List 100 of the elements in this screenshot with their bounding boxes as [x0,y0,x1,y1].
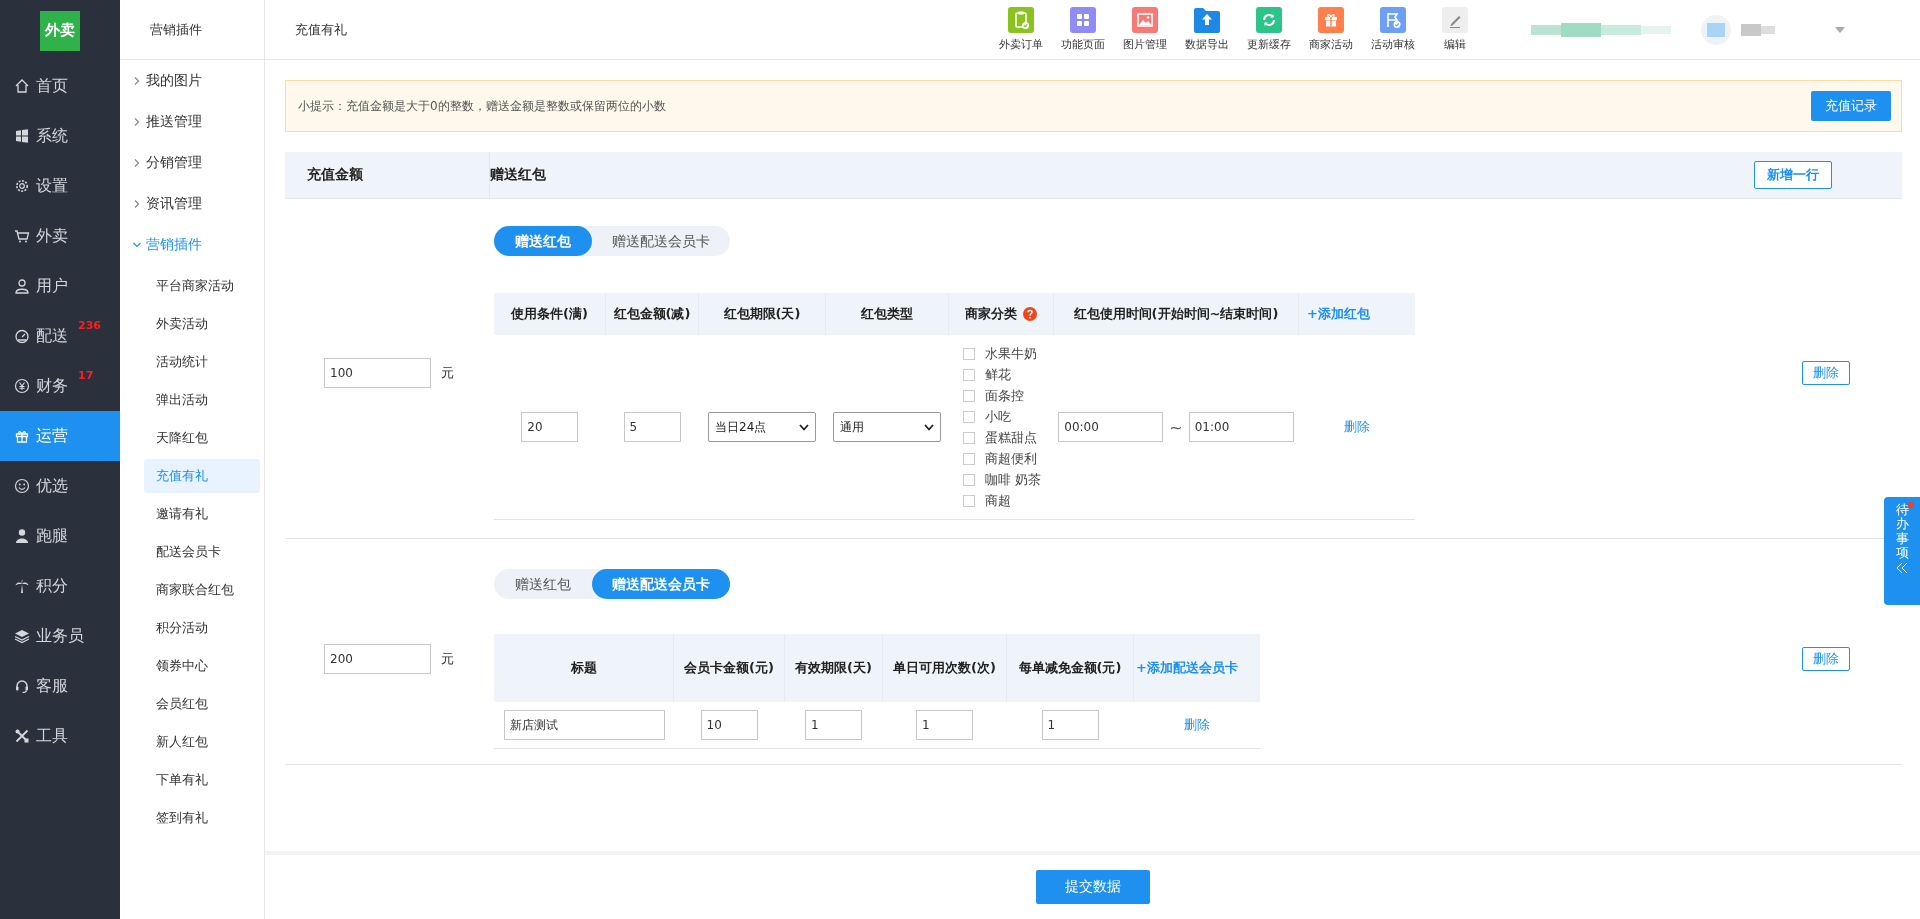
nav-item[interactable]: 首页 [0,61,120,111]
checkbox[interactable] [962,347,975,360]
select-field[interactable]: 当日24点 [708,412,816,442]
input-field[interactable]: 01:00 [1188,412,1294,442]
count-label: 236 [78,319,101,332]
delete-link[interactable]: 删除 [1183,717,1210,732]
checkbox-label: 商超便利 [984,449,1037,468]
nav-item[interactable]: 外卖 [0,211,120,261]
nav-item[interactable]: 跑腿 [0,511,120,561]
nav-item[interactable]: 用户 [0,261,120,311]
select-field[interactable]: 通用 [833,412,941,442]
column-header: 充值金额 [307,166,363,184]
toolbar-button[interactable]: 数据导出 [1181,7,1233,52]
nav-item[interactable]: 业务员 [0,611,120,661]
menu-item[interactable]: 活动统计 [144,345,260,379]
input-field[interactable]: 1 [1041,710,1099,740]
toolbar-button[interactable]: 功能页面 [1057,7,1109,52]
column-header: 单日可用次数(次) [882,634,1007,702]
input-field[interactable]: 1 [916,710,973,740]
checkbox-label: 小吃 [984,407,1011,426]
unit-label: 元 [441,364,454,382]
toolbar-button[interactable]: 图片管理 [1119,7,1171,52]
user-icon [14,278,30,294]
nav-item[interactable]: 系统 [0,111,120,161]
column-header: 红包使用时间(开始时间~结束时间) [1053,293,1299,335]
input-field[interactable]: 1 [805,710,862,740]
column-header: 商家分类 [965,305,1017,323]
menu-item[interactable]: 平台商家活动 [144,269,260,303]
menu-item[interactable]: 领券中心 [144,649,260,683]
menu-item[interactable]: 商家联合红包 [144,573,260,607]
menu-item[interactable]: 天降红包 [144,421,260,455]
toolbar-button[interactable]: 活动审核 [1367,7,1419,52]
input-field[interactable]: 100 [324,358,431,388]
toolbar-button[interactable]: 商家活动 [1305,7,1357,52]
menu-item[interactable]: 积分活动 [144,611,260,645]
count-label: 17 [78,369,94,382]
caret-icon [1835,25,1845,34]
menu-item[interactable]: 外卖活动 [144,307,260,341]
column-header: 标题 [494,634,674,702]
page-title: 充值有礼 [295,20,348,39]
input-field[interactable]: 新店测试 [504,710,665,740]
blurred-name-drawing [1741,23,1775,36]
menu-item[interactable]: 下单有礼 [144,763,260,797]
headset-icon [14,678,30,694]
menu-group[interactable]: 推送管理 [120,101,264,142]
tab[interactable]: 赠送配送会员卡 [592,226,730,256]
column-header: 会员卡金额(元) [673,634,785,702]
checkbox[interactable] [962,368,975,381]
menu-item[interactable]: 会员红包 [144,687,260,721]
nav-item[interactable]: 客服 [0,661,120,711]
input-field[interactable]: 5 [623,412,681,442]
checkbox-label: 商超 [984,491,1011,510]
checkbox[interactable] [962,473,975,486]
chevron-icon [924,423,934,431]
yen-icon [14,378,30,394]
menu-item[interactable]: 邀请有礼 [144,497,260,531]
menu-group[interactable]: 营销插件 [120,224,264,265]
smiley-icon [14,478,30,494]
nav-item[interactable]: 工具 [0,711,120,761]
tab[interactable]: 赠送红包 [494,569,592,599]
checkbox-label: 面条控 [984,386,1024,405]
menu-item[interactable]: 配送会员卡 [144,535,260,569]
nav-item[interactable]: 积分 [0,561,120,611]
column-header: 使用条件(满) [494,293,606,335]
checkbox[interactable] [962,389,975,402]
menu-item[interactable]: 弹出活动 [144,383,260,417]
menu-item[interactable]: 签到有礼 [144,801,260,835]
toolbar-button[interactable]: 更新缓存 [1243,7,1295,52]
delete-link[interactable]: 删除 [1343,419,1370,434]
checkbox[interactable] [962,410,975,423]
menu-item[interactable]: 新人红包 [144,725,260,759]
windows-icon [14,128,30,144]
layers-icon [14,628,30,644]
input-field[interactable]: 20 [521,412,579,442]
gift-icon [14,428,30,444]
toolbar-button[interactable]: 编辑 [1429,7,1481,52]
menu-group[interactable]: 资讯管理 [120,183,264,224]
checkbox[interactable] [962,431,975,444]
nav-item[interactable]: 财务 17 [0,361,120,411]
column-header: 赠送红包 [490,166,546,184]
input-field[interactable]: 10 [700,710,758,740]
chevron-icon [132,75,142,86]
nav-item[interactable]: 设置 [0,161,120,211]
input-field[interactable]: 200 [324,644,431,674]
chevron-icon [132,198,142,209]
menu-group[interactable]: 我的图片 [120,60,264,101]
chevron-icon [799,423,809,431]
unit-label: 元 [441,650,454,668]
checkbox-label: 水果牛奶 [984,344,1037,363]
nav-item[interactable]: 优选 [0,461,120,511]
input-field[interactable]: 00:00 [1058,412,1164,442]
checkbox[interactable] [962,452,975,465]
checkbox-label: 蛋糕甜点 [984,428,1037,447]
delete-button[interactable]: 删除 [1802,647,1850,671]
column-header: 有效期限(天) [784,634,883,702]
delete-button[interactable]: 删除 [1802,361,1850,385]
nav-item[interactable]: 配送 236 [0,311,120,361]
menu-group[interactable]: 分销管理 [120,142,264,183]
toolbar-button[interactable]: 外卖订单 [995,7,1047,52]
checkbox[interactable] [962,494,975,507]
